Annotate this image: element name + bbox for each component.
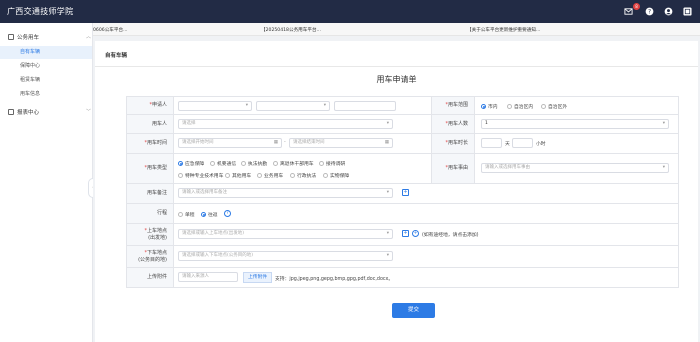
- type-option-emergency[interactable]: 应急保障: [178, 160, 204, 167]
- dropoff-select[interactable]: 请选择或输入下车地点(公务目的地) ▾: [178, 251, 393, 261]
- type-option-admin-law[interactable]: 行政执法: [290, 172, 316, 179]
- divider: [95, 66, 698, 67]
- type-option-law-duty[interactable]: 执法执勤: [241, 160, 267, 167]
- row-time: * 用车时间 请选择开始时间 ▦ - 请选择结束时间 ▦ * 用车时长 天 小时: [126, 134, 679, 154]
- trip-label: 行程: [127, 204, 174, 223]
- chevron-up-icon: ︿: [86, 34, 92, 40]
- dropoff-label: *下车地点 (公务目的地): [127, 246, 174, 267]
- hours-input[interactable]: [512, 138, 533, 148]
- mail-badge: 8: [633, 3, 640, 10]
- add-pickup-icon[interactable]: +: [402, 230, 409, 237]
- count-select[interactable]: 1 ▾: [481, 119, 669, 129]
- add-remark-icon[interactable]: +: [402, 189, 409, 196]
- sidebar-item-vehicle-info[interactable]: 用车信息: [0, 88, 92, 101]
- help-icon[interactable]: ?: [645, 7, 654, 16]
- row-remark: 用车备注 请输入或选择用车备注 ▾ +: [126, 184, 679, 204]
- end-time-input[interactable]: 请选择结束时间 ▦: [289, 138, 393, 148]
- applicant-select-1[interactable]: ▾: [178, 101, 252, 111]
- support-text: 支持：jpg,jpeg,png,gepg,bmp,gpg,pdf,doc,doc…: [275, 277, 394, 282]
- mail-icon[interactable]: [624, 7, 633, 16]
- type-option-retired[interactable]: 离退休干部用车: [273, 160, 314, 167]
- car-icon: [8, 34, 14, 40]
- pickup-label: *上车地点 (出发地): [127, 224, 174, 245]
- scope-option-outside[interactable]: 自治区外: [541, 103, 567, 110]
- remark-select[interactable]: 请输入或选择用车备注 ▾: [178, 188, 393, 198]
- sidebar-item-support-center[interactable]: 保障中心: [0, 60, 92, 73]
- type-option-goods[interactable]: 实物保障: [323, 172, 349, 179]
- reason-label: * 用车事由: [431, 154, 475, 183]
- calendar-icon: ▦: [273, 140, 278, 145]
- type-option-reception[interactable]: 接待调研: [319, 160, 345, 167]
- row-attachment: 上传附件 请输入来源人 上传附件 支持：jpg,jpeg,png,gepg,bm…: [126, 268, 679, 288]
- page-title: 自有车辆: [105, 53, 128, 59]
- calendar-icon: ▦: [384, 140, 389, 145]
- add-waypoint-icon[interactable]: +: [412, 230, 419, 237]
- notice-item[interactable]: 【20250418公务用车平台...: [261, 27, 321, 33]
- notice-ticker: 0606公车平台... 【20250418公务用车平台... 【关于公车平台更新…: [93, 23, 700, 36]
- reason-select[interactable]: 请输入或选择用车事由 ▾: [481, 163, 669, 173]
- submit-button[interactable]: 提交: [392, 303, 435, 318]
- remark-label: 用车备注: [127, 184, 174, 203]
- range-separator: -: [284, 140, 286, 145]
- user-icon[interactable]: [664, 7, 673, 16]
- count-label: * 用车人数: [431, 115, 475, 133]
- scope-option-city[interactable]: 市内: [481, 103, 498, 110]
- row-applicant: * 申请人 ▾ ▾ * 用车范围 市内 自治区内 自治区外: [126, 96, 679, 115]
- avatar-icon[interactable]: [683, 7, 692, 16]
- applicant-input[interactable]: [334, 101, 396, 111]
- chevron-down-icon: ﹀: [86, 109, 92, 115]
- row-user: 用车人 请选择 ▾ * 用车人数 1 ▾: [126, 115, 679, 134]
- type-label: * 用车类型: [127, 154, 174, 183]
- top-bar: 广西交通技师学院 8 ?: [0, 0, 700, 23]
- time-label: * 用车时间: [127, 134, 174, 153]
- duration-label: * 用车时长: [431, 134, 475, 153]
- row-dropoff: *下车地点 (公务目的地) 请选择或输入下车地点(公务目的地) ▾: [126, 246, 679, 268]
- pickup-select[interactable]: 请选择或输入上车地点(出发地) ▾: [178, 229, 393, 239]
- svg-text:?: ?: [648, 10, 651, 16]
- sidebar-group-vehicles[interactable]: 公务用车 ︿: [8, 33, 93, 41]
- scope-label: * 用车范围: [431, 97, 475, 114]
- upload-button[interactable]: 上传附件: [243, 272, 273, 283]
- sidebar-group-reports[interactable]: 报表中心 ﹀: [8, 108, 93, 116]
- days-unit: 天: [505, 142, 510, 147]
- form-title: 用车申请单: [376, 75, 417, 84]
- type-option-business[interactable]: 业务用车: [257, 172, 283, 179]
- applicant-select-2[interactable]: ▾: [256, 101, 330, 111]
- sidebar-item-own-vehicles[interactable]: 自有车辆: [0, 46, 92, 59]
- user-label: 用车人: [127, 115, 174, 133]
- scope-option-region[interactable]: 自治区内: [507, 103, 533, 110]
- start-time-input[interactable]: 请选择开始时间 ▦: [178, 138, 282, 148]
- trip-option-round[interactable]: 往返: [201, 211, 218, 218]
- waypoint-note: (如有途经地，请点击添加): [422, 233, 479, 238]
- applicant-label: * 申请人: [127, 97, 174, 114]
- row-trip: 行程 单程 往返 ?: [126, 204, 679, 224]
- main-content: 自有车辆 用车申请单 * 申请人 ▾ ▾ * 用车范围 市内 自治区内 自治区外 用…: [93, 36, 700, 342]
- type-option-special[interactable]: 特种专业技术用车: [178, 172, 223, 179]
- attach-label: 上传附件: [127, 268, 174, 287]
- type-option-confidential[interactable]: 机要通信: [210, 160, 236, 167]
- app-title: 广西交通技师学院: [7, 7, 74, 16]
- row-type: * 用车类型 应急保障 机要通信 执法执勤 离退休干部用车 接待调研 特种专业技术…: [126, 154, 679, 184]
- notice-item[interactable]: 0606公车平台...: [93, 27, 127, 33]
- attach-input[interactable]: 请输入来源人: [178, 272, 238, 282]
- user-select[interactable]: 请选择 ▾: [178, 119, 393, 129]
- sidebar-item-leased-vehicles[interactable]: 租赁车辆: [0, 74, 92, 87]
- days-input[interactable]: [481, 138, 502, 148]
- trip-option-oneway[interactable]: 单程: [178, 211, 195, 218]
- report-icon: [8, 109, 14, 115]
- row-pickup: *上车地点 (出发地) 请选择或输入上车地点(出发地) ▾ + + (如有途经地，请…: [126, 224, 679, 246]
- form-card: 自有车辆 用车申请单 * 申请人 ▾ ▾ * 用车范围 市内 自治区内 自治区外 用…: [95, 41, 698, 342]
- sidebar: 公务用车 ︿ 自有车辆 保障中心 租赁车辆 用车信息 报表中心 ﹀: [0, 23, 93, 342]
- notice-item[interactable]: 【关于公车平台更新维护重要通知...: [467, 27, 540, 33]
- type-option-other[interactable]: 其他用车: [225, 172, 251, 179]
- info-icon[interactable]: ?: [224, 210, 231, 217]
- hours-unit: 小时: [536, 142, 546, 147]
